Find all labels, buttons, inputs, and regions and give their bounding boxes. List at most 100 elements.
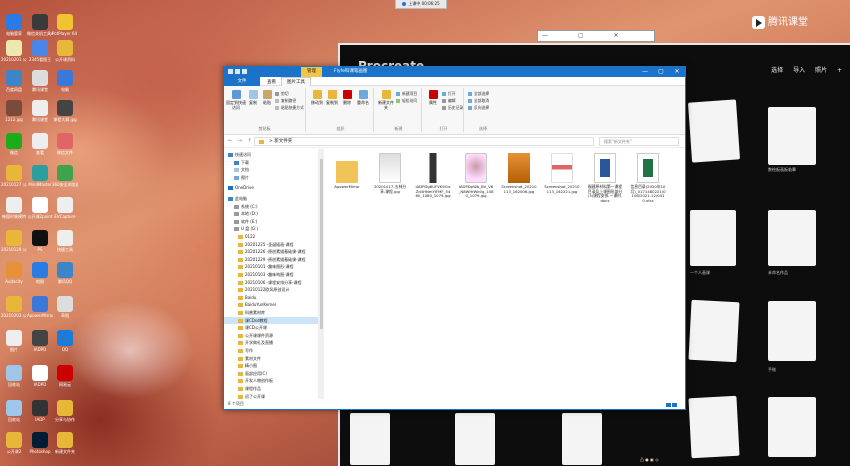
- nav-item[interactable]: 20201226 -原创素描基础课-课程: [224, 248, 318, 255]
- select-none-button[interactable]: 全部取消: [468, 98, 489, 103]
- desktop-icon[interactable]: 20210203 公开课: [1, 296, 27, 318]
- artwork-thumbnail[interactable]: [562, 413, 602, 465]
- delete-button[interactable]: 删除: [340, 90, 354, 105]
- desktop-icon[interactable]: ApowerMirror: [27, 296, 53, 318]
- desktop-icon[interactable]: 图片: [1, 330, 27, 352]
- file-item[interactable]: Screenshot_20210113_162221.jpg: [544, 153, 580, 194]
- file-item[interactable]: 20201017-五林分享-课程.jpg: [372, 153, 408, 194]
- nav-item[interactable]: 公开课课件资源: [224, 332, 318, 339]
- desktop-icon[interactable]: Photoshop: [27, 432, 53, 454]
- nav-item[interactable]: Baidu: [224, 294, 318, 301]
- search-input[interactable]: 搜索"新文件夹": [599, 137, 679, 146]
- procreate-import-button[interactable]: 导入: [793, 67, 805, 74]
- undo-icon[interactable]: [242, 69, 247, 74]
- nav-item[interactable]: BaiduYunKernel: [224, 301, 318, 308]
- close-button[interactable]: ✕: [669, 67, 685, 77]
- nav-item[interactable]: 初了公开课: [224, 393, 318, 399]
- nav-item[interactable]: 下载: [224, 159, 318, 166]
- desktop-icon[interactable]: 电脑管家: [1, 14, 27, 36]
- pin-button[interactable]: 固定到快速访问: [226, 90, 246, 110]
- desktop-icon[interactable]: 分享与协作: [52, 400, 78, 422]
- desktop-icon[interactable]: 草图: [52, 296, 78, 318]
- nav-item[interactable]: OneDrive: [224, 184, 318, 191]
- desktop-icon[interactable]: 课程大纲.jpg: [52, 100, 78, 122]
- save-icon[interactable]: [235, 69, 240, 74]
- nav-item[interactable]: 20210122欧风原创设计: [224, 286, 318, 293]
- file-item[interactable]: IADPDpWb_BV_V6_N8WHfWk0g_1080_1079.jpg: [458, 153, 494, 199]
- navigation-scrollbar[interactable]: [319, 149, 324, 399]
- nav-item[interactable]: 20210103 -趣味构图-课程: [224, 271, 318, 278]
- copy-path-button[interactable]: 复制路径: [275, 98, 296, 103]
- nav-item[interactable]: 快速访问: [224, 151, 318, 158]
- folder-icon[interactable]: [228, 69, 233, 74]
- desktop-icon[interactable]: MindMaster: [27, 165, 53, 187]
- artwork-thumbnail[interactable]: [690, 210, 736, 266]
- desktop-icon[interactable]: IADPD: [27, 365, 53, 387]
- large-icons-view-icon[interactable]: [672, 403, 677, 407]
- nav-item[interactable]: 20210106 -课程安排分享-课程: [224, 279, 318, 286]
- copy-button[interactable]: 复制: [246, 90, 260, 105]
- desktop-icon[interactable]: 新建文件夹: [52, 432, 78, 454]
- nav-item[interactable]: 文档: [224, 166, 318, 173]
- artwork-stack[interactable]: [688, 395, 740, 459]
- cut-button[interactable]: 剪切: [275, 91, 289, 96]
- artwork-thumbnail[interactable]: [768, 210, 816, 266]
- open-button[interactable]: 打开: [442, 91, 456, 96]
- details-view-icon[interactable]: [666, 403, 671, 407]
- scrollbar-thumb[interactable]: [320, 159, 323, 329]
- desktop-icon[interactable]: 地图: [27, 262, 53, 284]
- artwork-thumbnail[interactable]: [768, 301, 816, 361]
- select-all-button[interactable]: 全部选择: [468, 91, 489, 96]
- desktop-icon[interactable]: Audacity: [1, 262, 27, 284]
- copy-to-button[interactable]: 复制到: [325, 90, 339, 105]
- new-folder-button[interactable]: 新建文件夹: [378, 90, 394, 110]
- nav-item[interactable]: 系统 (C:): [224, 203, 318, 210]
- desktop-icon[interactable]: 网易云: [52, 365, 78, 387]
- easy-access-button[interactable]: 轻松访问: [396, 98, 417, 103]
- file-item[interactable]: 信息目录(2020年10月)_0171480221/0108/2021-12/0…: [630, 153, 666, 203]
- desktop-icon[interactable]: 20210201 公开课: [1, 40, 27, 62]
- artwork-thumbnail[interactable]: [768, 397, 816, 457]
- desktop-icon[interactable]: 公开课资料: [52, 40, 78, 62]
- view-toggle[interactable]: [665, 403, 679, 407]
- desktop-icon[interactable]: 1212.jpg: [1, 100, 27, 122]
- back-forward-up-buttons[interactable]: ← → ↑: [228, 138, 254, 144]
- nav-item[interactable]: 课CD公开课: [224, 324, 318, 331]
- nav-item[interactable]: 开发人物创作板: [224, 377, 318, 384]
- desktop-icon[interactable]: 回收站: [1, 400, 27, 422]
- paste-shortcut-button[interactable]: 粘贴快捷方式: [275, 105, 304, 110]
- nav-item[interactable]: 软件 (E:): [224, 218, 318, 225]
- nav-item[interactable]: 图片: [224, 174, 318, 181]
- nav-item[interactable]: 科普素材库: [224, 309, 318, 316]
- desktop-icon[interactable]: IADPD: [27, 330, 53, 352]
- file-item[interactable]: ApowerMirror: [329, 153, 365, 190]
- nav-item[interactable]: 20210101 -趣味图形-课程: [224, 263, 318, 270]
- rename-button[interactable]: 重命名: [355, 90, 371, 105]
- desktop-icon[interactable]: 腾讯QQ: [52, 262, 78, 284]
- nav-item[interactable]: 开学典礼及直播: [224, 339, 318, 346]
- file-item[interactable]: Screenshot_20210113_162006.jpg: [501, 153, 537, 194]
- context-tab-manage[interactable]: 管理: [301, 67, 322, 77]
- nav-item[interactable]: 课程作品: [224, 385, 318, 392]
- file-item[interactable]: 福建原材料第一课程目录及上课图形部分(3)课程安排-一课时.docx: [587, 153, 623, 203]
- edit-button[interactable]: 编辑: [442, 98, 456, 103]
- tab-file[interactable]: 文件: [224, 77, 260, 86]
- minimized-window-controls[interactable]: — ▢ ✕: [537, 30, 655, 42]
- nav-item[interactable]: 素材文件: [224, 355, 318, 362]
- artwork-stack[interactable]: [688, 299, 740, 363]
- artwork-thumbnail[interactable]: [350, 413, 390, 465]
- desktop-icon[interactable]: 腾讯课堂: [27, 100, 53, 122]
- minimize-button[interactable]: —: [637, 67, 653, 77]
- artwork-stack[interactable]: [687, 99, 741, 163]
- procreate-select-button[interactable]: 选择: [771, 67, 783, 74]
- desktop-icon[interactable]: PS: [27, 230, 53, 252]
- file-item[interactable]: IADPDg8UFVK9I1aZd4HNmYJFMF_5460_1080_107…: [415, 153, 451, 199]
- artwork-thumbnail[interactable]: [455, 413, 495, 465]
- desktop-icon[interactable]: 微信文件: [52, 133, 78, 155]
- nav-item[interactable]: 写作: [224, 347, 318, 354]
- desktop-icon[interactable]: 百度网盘: [1, 70, 27, 92]
- desktop-icon[interactable]: 电脑: [52, 70, 78, 92]
- move-to-button[interactable]: 移动到: [310, 90, 324, 105]
- desktop-icon[interactable]: 查看: [27, 133, 53, 155]
- nav-item[interactable]: 此电脑: [224, 195, 318, 202]
